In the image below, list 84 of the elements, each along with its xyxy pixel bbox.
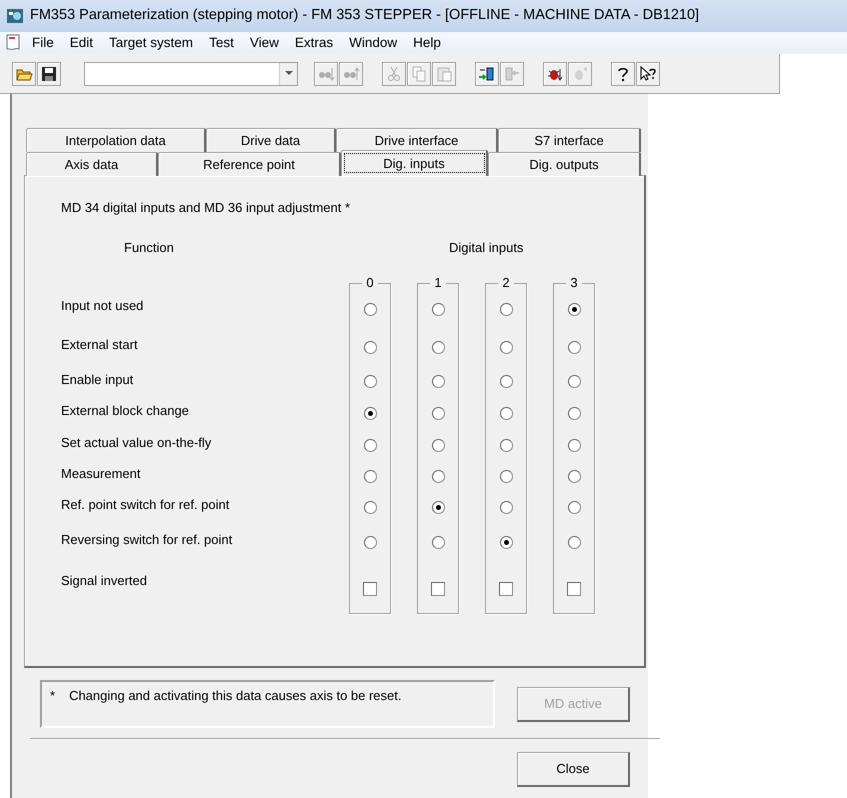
menu-item[interactable]: Edit xyxy=(62,33,102,53)
radio-button[interactable] xyxy=(364,375,376,388)
toolbar-button[interactable] xyxy=(543,62,567,86)
option-label: Set actual value on-the-fly xyxy=(61,434,212,452)
radio-button[interactable] xyxy=(364,438,376,452)
tab[interactable]: Dig. inputs xyxy=(341,150,488,176)
radio-button[interactable] xyxy=(364,406,376,420)
toolbar-button[interactable] xyxy=(37,62,61,86)
radio-button[interactable] xyxy=(364,470,376,482)
section-heading: MD 34 digital inputs and MD 36 input adjustment * xyxy=(61,199,352,217)
radio-button[interactable] xyxy=(568,438,580,452)
toolbar-button[interactable] xyxy=(611,62,635,86)
toolbar-button[interactable] xyxy=(12,62,36,86)
radio-button[interactable] xyxy=(568,303,580,316)
window-title: FM353 Parameterization (stepping motor) - FM 353 STEPPER - [OFFLINE - MACHINE DATA - DB1210] xyxy=(30,6,700,26)
note-text: Changing and activating this data causes axis to be reset. xyxy=(69,687,402,705)
tab[interactable]: S7 interface xyxy=(498,128,641,152)
radio-button[interactable] xyxy=(432,406,444,420)
radio-button[interactable] xyxy=(568,470,580,482)
option-label: Input not used xyxy=(61,296,144,315)
radio-button[interactable] xyxy=(568,406,580,420)
menu-item[interactable]: File xyxy=(24,33,62,53)
save-icon xyxy=(40,64,58,82)
column-heading: Function xyxy=(124,240,174,254)
context-help-icon xyxy=(639,64,657,82)
radio-button[interactable] xyxy=(364,303,376,316)
option-label: External block change xyxy=(61,402,189,420)
radio-button[interactable] xyxy=(364,500,376,514)
radio-button[interactable] xyxy=(364,340,376,354)
radio-button[interactable] xyxy=(364,536,376,548)
tab[interactable]: Dig. outputs xyxy=(488,152,641,176)
radio-button[interactable] xyxy=(568,375,580,388)
cut-icon xyxy=(385,64,403,82)
option-label: Enable input xyxy=(61,370,134,389)
radio-button[interactable] xyxy=(432,375,444,388)
download-icon xyxy=(478,64,496,82)
option-label: Signal inverted xyxy=(61,572,147,590)
radio-button[interactable] xyxy=(500,470,512,482)
radio-button[interactable] xyxy=(500,438,512,452)
radio-button[interactable] xyxy=(500,340,512,354)
option-label: External start xyxy=(61,336,138,354)
radio-button[interactable] xyxy=(500,303,512,316)
radio-button[interactable] xyxy=(432,340,444,354)
combo-box[interactable] xyxy=(84,62,298,86)
radio-button[interactable] xyxy=(432,303,444,316)
column-heading: Digital inputs xyxy=(449,240,524,254)
radio-button[interactable] xyxy=(500,500,512,514)
option-label: Ref. point switch for ref. point xyxy=(61,496,230,514)
tab[interactable]: Reference point xyxy=(158,152,341,176)
checkbox[interactable] xyxy=(431,582,445,596)
radio-button[interactable] xyxy=(568,340,580,354)
toolbar-button[interactable] xyxy=(636,62,660,86)
radio-button[interactable] xyxy=(500,406,512,420)
menu-item[interactable]: Help xyxy=(405,33,449,53)
menu-item[interactable]: Window xyxy=(341,33,406,53)
tab[interactable]: Axis data xyxy=(26,152,158,176)
toolbar-button[interactable] xyxy=(475,62,499,86)
option-label: Reversing switch for ref. point xyxy=(61,531,232,550)
binoculars-up-icon xyxy=(342,64,360,82)
menu-item[interactable]: Extras xyxy=(286,33,342,53)
option-label: Measurement xyxy=(61,465,140,484)
radio-button[interactable] xyxy=(432,438,444,452)
tab[interactable]: Interpolation data xyxy=(26,128,206,152)
menu-item[interactable]: Target system xyxy=(101,33,202,53)
radio-button[interactable] xyxy=(568,500,580,514)
close-button[interactable]: Close xyxy=(517,752,630,787)
radio-button[interactable] xyxy=(568,536,580,548)
checkbox[interactable] xyxy=(363,582,377,596)
radio-button[interactable] xyxy=(432,536,444,548)
tab[interactable]: Drive data xyxy=(206,128,336,152)
checkbox[interactable] xyxy=(567,582,581,596)
radio-button[interactable] xyxy=(500,536,512,548)
menu-item[interactable]: Test xyxy=(201,33,242,53)
app-icon xyxy=(6,8,24,24)
paste-icon xyxy=(435,64,453,82)
radio-button[interactable] xyxy=(432,500,444,514)
tab[interactable]: Drive interface xyxy=(336,128,498,152)
checkbox[interactable] xyxy=(499,582,513,596)
menu-item[interactable]: View xyxy=(242,33,287,53)
copy-icon xyxy=(410,64,428,82)
radio-button[interactable] xyxy=(500,375,512,388)
footnote-mark: * xyxy=(50,687,56,705)
upload-icon xyxy=(503,64,521,82)
radio-button[interactable] xyxy=(432,470,444,482)
